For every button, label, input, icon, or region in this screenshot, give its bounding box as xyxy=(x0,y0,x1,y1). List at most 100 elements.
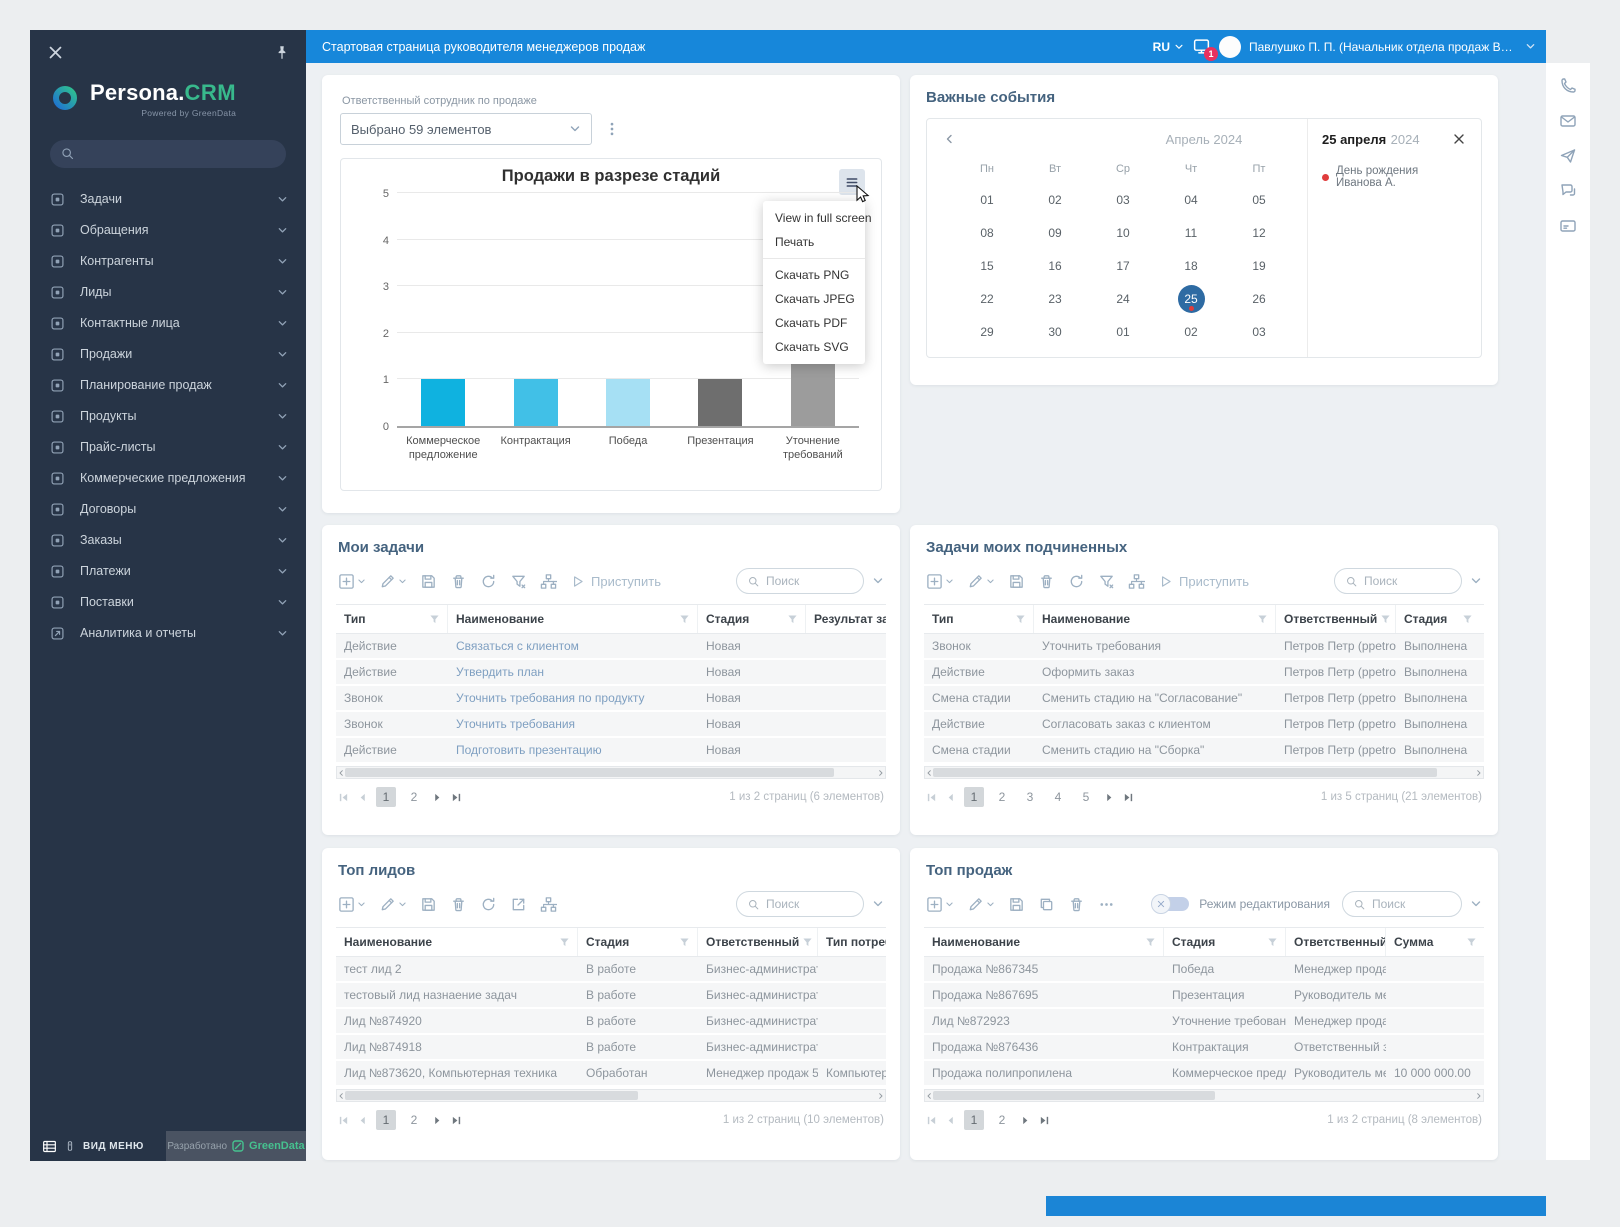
notifications-button[interactable]: 1 xyxy=(1192,37,1218,61)
refresh-button[interactable] xyxy=(480,896,497,913)
scrollbar-thumb[interactable] xyxy=(933,768,1438,777)
scrollbar-track[interactable] xyxy=(345,767,877,778)
page-number-button[interactable]: 2 xyxy=(404,787,424,807)
edit-button[interactable] xyxy=(967,573,995,590)
chart-bar[interactable] xyxy=(513,379,558,426)
hierarchy-button[interactable] xyxy=(540,896,557,913)
calendar-day[interactable]: 16 xyxy=(1021,249,1089,282)
prev-page-button[interactable] xyxy=(945,1115,956,1126)
column-filter-icon[interactable] xyxy=(1016,615,1025,624)
sidebar-item[interactable]: Планирование продаж xyxy=(30,370,306,401)
table-row[interactable]: Действие Оформить заказ Петров Петр (ppetr… xyxy=(924,660,1484,686)
scrollbar-track[interactable] xyxy=(933,767,1475,778)
edit-button[interactable] xyxy=(379,896,407,913)
more-button[interactable] xyxy=(1098,896,1115,913)
expand-chevron-icon[interactable] xyxy=(1470,575,1482,587)
sidebar-item[interactable]: Коммерческие предложения xyxy=(30,463,306,494)
scroll-left-icon[interactable] xyxy=(337,769,345,777)
first-page-button[interactable] xyxy=(926,1115,937,1126)
calendar-day[interactable]: 24 xyxy=(1089,282,1157,315)
next-page-button[interactable] xyxy=(432,792,443,803)
save-button[interactable] xyxy=(420,573,437,590)
add-button[interactable] xyxy=(926,896,954,913)
table-cell[interactable]: Связаться с клиентом xyxy=(448,639,698,653)
table-row[interactable]: Продажа полипропилена Коммерческое предло… xyxy=(924,1061,1484,1087)
chart-bar[interactable] xyxy=(606,379,651,426)
scrollbar-thumb[interactable] xyxy=(345,1091,638,1100)
add-button[interactable] xyxy=(926,573,954,590)
page-number-button[interactable]: 1 xyxy=(376,787,396,807)
calendar-day[interactable]: 17 xyxy=(1089,249,1157,282)
column-filter-icon[interactable] xyxy=(788,615,797,624)
expand-chevron-icon[interactable] xyxy=(872,575,884,587)
calendar-day[interactable]: 26 xyxy=(1225,282,1293,315)
calendar-day[interactable]: 02 xyxy=(1021,183,1089,216)
first-page-button[interactable] xyxy=(338,1115,349,1126)
calendar-day[interactable]: 22 xyxy=(953,282,1021,315)
table-row[interactable]: Действие Согласовать заказ с клиентом Петр… xyxy=(924,712,1484,738)
page-number-button[interactable]: 5 xyxy=(1076,787,1096,807)
table-row[interactable]: Смена стадии Сменить стадию на "Согласова… xyxy=(924,686,1484,712)
sidebar-item[interactable]: Контактные лица xyxy=(30,308,306,339)
close-icon[interactable] xyxy=(1453,133,1465,145)
page-number-button[interactable]: 2 xyxy=(404,1110,424,1130)
calendar-day[interactable]: 01 xyxy=(1089,315,1157,348)
add-button[interactable] xyxy=(338,573,366,590)
hierarchy-button[interactable] xyxy=(1128,573,1145,590)
delete-button[interactable] xyxy=(450,573,467,590)
table-row[interactable]: Продажа №876436 Контрактация Ответственный… xyxy=(924,1035,1484,1061)
calendar-day[interactable]: 19 xyxy=(1225,249,1293,282)
table-cell[interactable]: Подготовить презентацию xyxy=(448,743,698,757)
sidebar-item[interactable]: Лиды xyxy=(30,277,306,308)
column-filter-icon[interactable] xyxy=(1467,938,1476,947)
table-row[interactable]: Действие Утвердить план Новая xyxy=(336,660,886,686)
column-header[interactable]: Наименование xyxy=(924,928,1164,956)
start-task-button[interactable]: Приступить xyxy=(570,574,661,589)
column-header[interactable]: Сумма xyxy=(1386,928,1484,956)
filter-button[interactable] xyxy=(510,573,527,590)
table-row[interactable]: Лид №874918 В работе Бизнес-администратор … xyxy=(336,1035,886,1061)
last-page-button[interactable] xyxy=(1123,792,1134,803)
last-page-button[interactable] xyxy=(1039,1115,1050,1126)
scrollbar-track[interactable] xyxy=(345,1090,877,1101)
sidebar-item[interactable]: Договоры xyxy=(30,494,306,525)
user-menu-chevron-icon[interactable] xyxy=(1525,41,1536,52)
calendar-day[interactable]: 02 xyxy=(1157,315,1225,348)
page-number-button[interactable]: 1 xyxy=(964,787,984,807)
scroll-right-icon[interactable] xyxy=(877,1092,885,1100)
first-page-button[interactable] xyxy=(338,792,349,803)
sidebar-search-input[interactable] xyxy=(50,139,286,168)
column-header[interactable]: Ответственный xyxy=(1286,928,1386,956)
table-row[interactable]: Продажа №867695 Презентация Руководитель м… xyxy=(924,983,1484,1009)
calendar-day[interactable]: 23 xyxy=(1021,282,1089,315)
table-row[interactable]: Звонок Уточнить требования Петров Петр (pp… xyxy=(924,634,1484,660)
expand-chevron-icon[interactable] xyxy=(1470,898,1482,910)
column-filter-icon[interactable] xyxy=(1268,938,1277,947)
search-input[interactable]: Поиск xyxy=(1334,568,1462,594)
search-input[interactable]: Поиск xyxy=(736,891,864,917)
sidebar-close-icon[interactable] xyxy=(48,45,63,60)
page-number-button[interactable]: 4 xyxy=(1048,787,1068,807)
table-row[interactable]: Лид №872923 Уточнение требований Менеджер … xyxy=(924,1009,1484,1035)
column-filter-icon[interactable] xyxy=(803,938,812,947)
table-row[interactable]: Действие Связаться с клиентом Новая xyxy=(336,634,886,660)
refresh-button[interactable] xyxy=(1068,573,1085,590)
view-menu-button[interactable]: ВИД МЕНЮ xyxy=(30,1131,166,1161)
column-header[interactable]: Наименование xyxy=(448,605,698,633)
calendar-day[interactable]: 08 xyxy=(953,216,1021,249)
sidebar-item[interactable]: Контрагенты xyxy=(30,246,306,277)
calendar-day[interactable]: 11 xyxy=(1157,216,1225,249)
sidebar-item[interactable]: Платежи xyxy=(30,556,306,587)
calendar-day[interactable]: 10 xyxy=(1089,216,1157,249)
calendar-day[interactable]: 12 xyxy=(1225,216,1293,249)
scrollbar-thumb[interactable] xyxy=(933,1091,1215,1100)
page-number-button[interactable]: 2 xyxy=(992,787,1012,807)
calendar-day[interactable]: 29 xyxy=(953,315,1021,348)
column-header[interactable]: Ответственный xyxy=(1276,605,1396,633)
save-button[interactable] xyxy=(1008,896,1025,913)
edit-mode-toggle[interactable] xyxy=(1151,894,1190,914)
column-header[interactable]: Тип xyxy=(336,605,448,633)
calendar-day[interactable]: 04 xyxy=(1157,183,1225,216)
last-page-button[interactable] xyxy=(451,792,462,803)
card-button[interactable] xyxy=(1559,217,1577,235)
